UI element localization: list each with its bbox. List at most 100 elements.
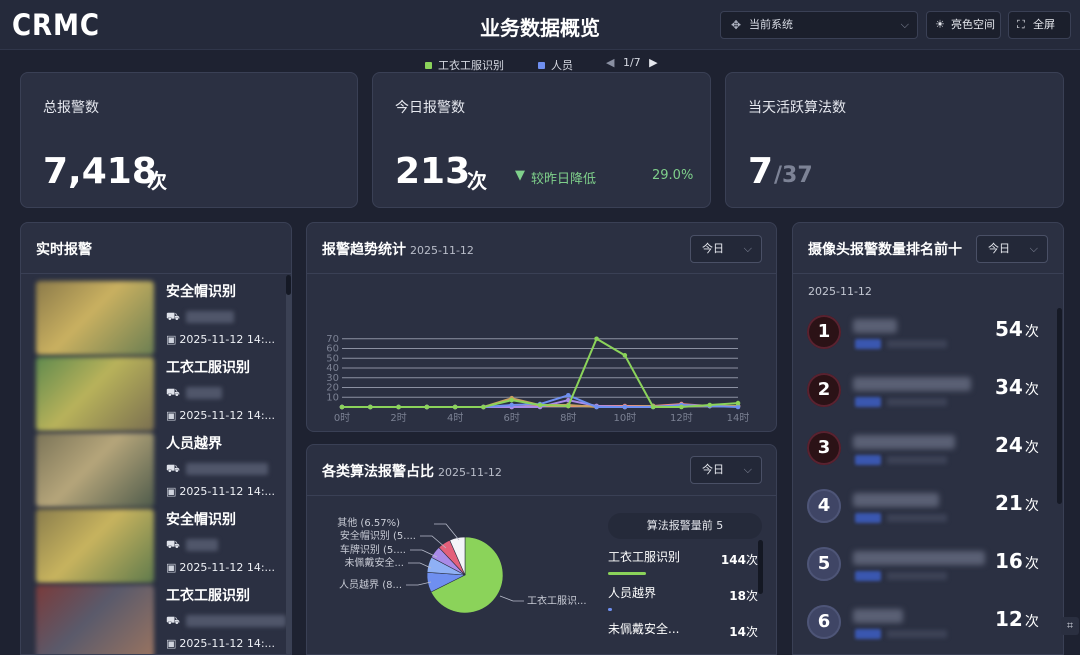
ranking-row[interactable]: 6 12 次 [807,605,1043,649]
alarm-snapshot[interactable] [36,585,154,654]
y-tick-label: 70 [326,334,339,345]
ranking-row[interactable]: 5 16 次 [807,547,1043,591]
label-leader-line [499,595,524,602]
rank-count-value: 34 [995,375,1023,399]
algo-name: 工衣工服识别 [608,550,681,564]
pie-label: 车牌识别 (5.... [340,543,406,556]
camera-icon: ⛟ [166,462,180,475]
algo-count: 14次 [729,623,758,640]
camera-icon: ⛟ [166,614,180,627]
pie-date: 2025-11-12 [438,466,502,479]
camera-name-redacted [853,493,939,507]
data-point [735,400,741,406]
next-page-icon[interactable]: ▶ [649,56,657,69]
ranking-row[interactable]: 1 54 次 [807,315,1043,359]
calendar-icon: ▣ [166,409,177,422]
scrollbar[interactable] [286,275,291,654]
panel-title: 各类算法报警占比 2025-11-12 [322,461,502,481]
scrollbar-thumb[interactable] [758,540,763,594]
legend-item[interactable]: 工衣工服识别 [425,57,504,73]
light-mode-button[interactable]: ☀ 亮色空间 [926,11,1001,39]
screenshot-icon[interactable]: ⌗ [1061,617,1079,635]
data-point [679,404,684,410]
rank-count: 16 次 [995,549,1039,573]
data-point [339,404,345,410]
alarm-time-text: 2025-11-12 14:... [179,485,276,498]
ranking-row[interactable]: 4 21 次 [807,489,1043,533]
alarm-time-text: 2025-11-12 14:... [179,409,276,422]
data-point [594,404,599,410]
trend-label: 较昨日降低 [531,172,597,187]
data-point [594,336,599,342]
data-point [509,397,515,403]
top5-item[interactable]: 未佩戴安全... 14次 [608,620,758,640]
divider [307,495,776,496]
pie-range-select[interactable]: 今日 ⌵ [690,456,762,484]
fullscreen-button[interactable]: ⛶ 全屏 [1008,11,1071,39]
rank-badge: 1 [807,315,841,349]
ranking-range-select[interactable]: 今日 ⌵ [976,235,1048,263]
y-tick-label: 10 [326,392,339,403]
x-tick-label: 2时 [390,412,406,424]
pie-title: 各类算法报警占比 [322,464,434,480]
scrollbar-thumb[interactable] [1057,308,1062,504]
legend-item[interactable]: 人员 [538,57,573,73]
top5-item[interactable]: 人员越界 18次 [608,584,758,611]
divider [793,273,1063,274]
rank-count: 24 次 [995,433,1039,457]
camera-name-redacted [186,387,222,399]
rank-badge: 6 [807,605,841,639]
stat-label: 当天活跃算法数 [748,100,846,116]
trend-down-icon: ▼ [515,168,525,183]
alarm-item[interactable]: 安全帽识别 ⛟ ▣ 2025-11-12 14:... [36,281,281,357]
trend-range-select[interactable]: 今日 ⌵ [690,235,762,263]
fullscreen-icon: ⛶ [1017,18,1025,31]
alarm-item[interactable]: 工衣工服识别 ⛟ ▣ 2025-11-12 14:... [36,357,281,433]
data-point [424,404,430,410]
ranking-row[interactable]: 3 24 次 [807,431,1043,475]
algo-share-bar [608,608,612,611]
camera-name-redacted [853,377,971,391]
data-point [367,404,373,410]
label-leader-line [434,523,460,541]
camera-name-redacted [186,463,268,475]
alarm-item[interactable]: 工衣工服识别 ⛟ ▣ 2025-11-12 14:... [36,585,286,654]
alarm-snapshot[interactable] [36,433,154,507]
camera-icon: ⛟ [166,310,180,323]
legend-swatch [538,62,545,69]
alarm-snapshot[interactable] [36,357,154,431]
page-title: 业务数据概览 [480,16,600,40]
top5-item[interactable]: 工衣工服识别 144次 [608,548,758,575]
alarm-time: ▣ 2025-11-12 14:... [166,333,275,346]
camera-name-redacted [853,551,985,565]
x-tick-label: 10时 [613,412,636,424]
alarm-item[interactable]: 人员越界 ⛟ ▣ 2025-11-12 14:... [36,433,281,509]
system-select-value: 当前系统 [749,18,793,31]
rank-count: 34 次 [995,375,1039,399]
camera-name-redacted [853,609,903,623]
prev-page-icon[interactable]: ◀ [606,56,614,69]
data-point [707,402,713,408]
panel-title: 摄像头报警数量排名前十 [808,242,962,258]
system-select[interactable]: ✥ 当前系统 ⌵ [720,11,918,39]
camera-tag-redacted [855,571,881,581]
calendar-icon: ▣ [166,561,177,574]
ranking-date: 2025-11-12 [808,285,872,298]
stat-card-active: 当天活跃算法数 7 /37 [725,72,1064,208]
ranking-row[interactable]: 2 34 次 [807,373,1043,417]
pie-label: 未佩戴安全... [344,556,404,569]
sun-icon: ☀ [935,18,945,31]
camera-name-redacted [853,319,897,333]
stat-label: 今日报警数 [395,100,465,116]
rank-count-value: 24 [995,433,1023,457]
scrollbar-thumb[interactable] [286,275,291,295]
rank-count: 21 次 [995,491,1039,515]
algo-count-unit: 次 [745,553,758,567]
y-tick-label: 60 [326,344,339,355]
legend-label: 工衣工服识别 [438,59,504,72]
alarm-snapshot[interactable] [36,281,154,355]
alarm-item[interactable]: 安全帽识别 ⛟ ▣ 2025-11-12 14:... [36,509,281,585]
rank-count-value: 12 [995,607,1023,631]
alarm-snapshot[interactable] [36,509,154,583]
camera-tag-redacted [855,455,881,465]
